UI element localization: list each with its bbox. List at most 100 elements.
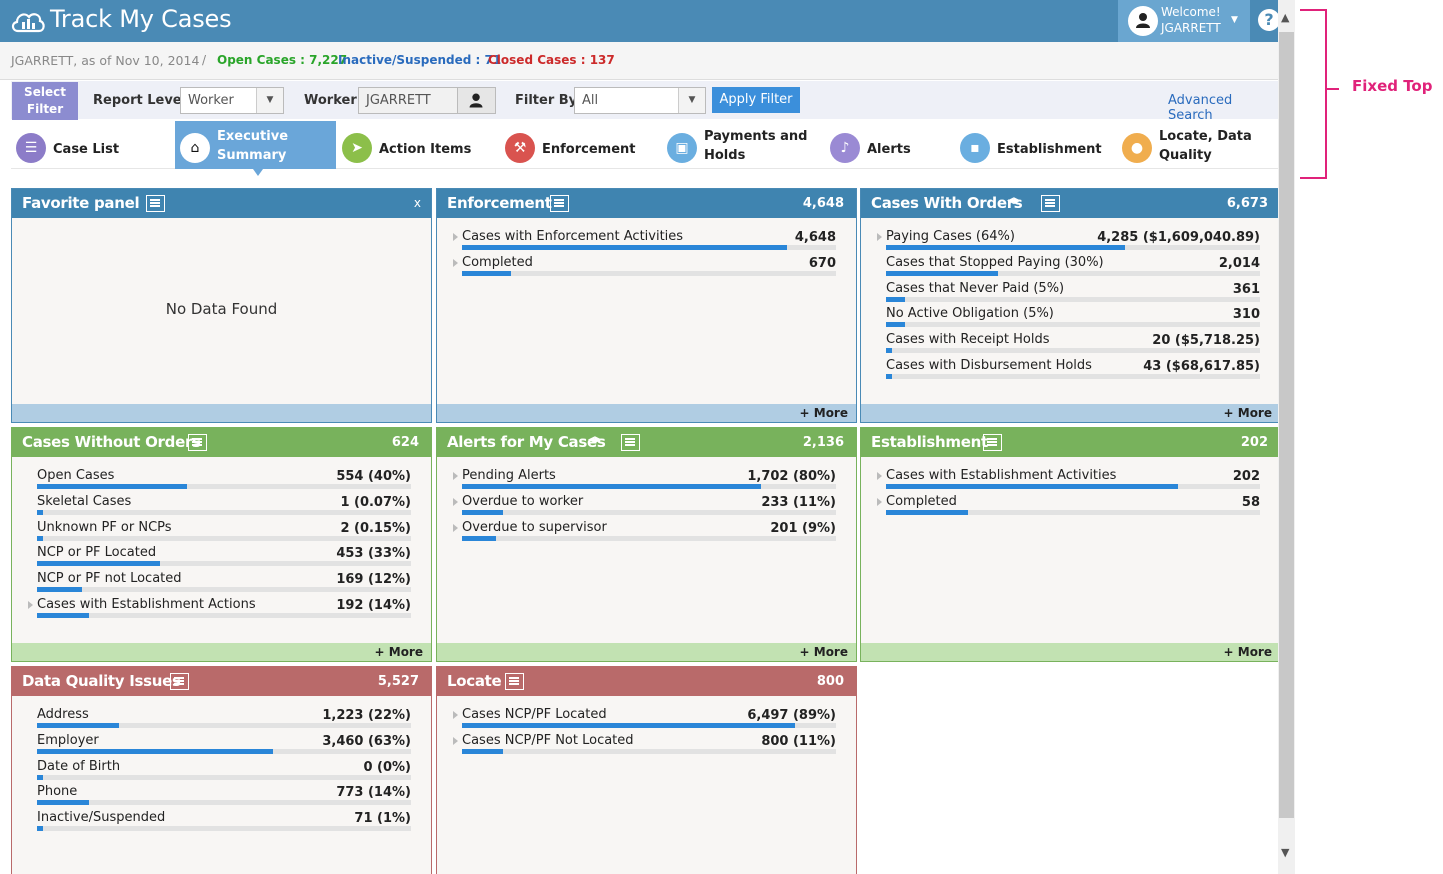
metric-value: 1 (0.07%) bbox=[340, 494, 411, 510]
expand-arrow-icon[interactable] bbox=[877, 472, 882, 480]
expand-arrow-icon[interactable] bbox=[453, 472, 458, 480]
more-link[interactable]: + More bbox=[1224, 645, 1272, 659]
metric-row[interactable]: No Active Obligation (5%) 310 bbox=[886, 306, 1260, 332]
more-link[interactable]: + More bbox=[375, 645, 423, 659]
tab-enforcement[interactable]: ⚒ Enforcement bbox=[500, 121, 660, 169]
metric-row[interactable]: Employer 3,460 (63%) bbox=[37, 733, 411, 759]
panel-body: Cases with Enforcement Activities 4,648 Co… bbox=[437, 218, 856, 404]
metric-row[interactable]: Address 1,223 (22%) bbox=[37, 707, 411, 733]
report-icon[interactable] bbox=[1041, 195, 1060, 212]
close-button[interactable]: x bbox=[414, 196, 421, 210]
metric-row[interactable]: Cases with Establishment Activities 202 bbox=[877, 468, 1260, 494]
metric-row[interactable]: Phone 773 (14%) bbox=[37, 784, 411, 810]
metric-label: Unknown PF or NCPs bbox=[37, 519, 172, 535]
report-icon[interactable] bbox=[983, 434, 1002, 451]
metric-row[interactable]: Date of Birth 0 (0%) bbox=[37, 759, 411, 785]
metric-label: No Active Obligation (5%) bbox=[886, 306, 1054, 322]
progress-track bbox=[462, 245, 836, 250]
worker-field[interactable]: JGARRETT bbox=[358, 87, 458, 114]
metric-row[interactable]: Unknown PF or NCPs 2 (0.15%) bbox=[37, 520, 411, 546]
worker-picker-button[interactable] bbox=[457, 87, 496, 114]
metric-row[interactable]: Overdue to worker 233 (11%) bbox=[453, 494, 836, 520]
swap-arrows-icon[interactable]: ◀▶ bbox=[1007, 196, 1021, 206]
closed-cases-link[interactable]: Closed Cases : 137 bbox=[488, 53, 615, 67]
panel-count: 5,527 bbox=[377, 674, 419, 689]
report-icon[interactable] bbox=[621, 434, 640, 451]
swap-arrows-icon[interactable]: ◀▶ bbox=[588, 435, 602, 445]
progress-track bbox=[886, 245, 1260, 250]
gavel-icon: ⚒ bbox=[505, 133, 535, 163]
filter-by-select[interactable]: All ▼ bbox=[574, 87, 706, 114]
app-title: Track My Cases bbox=[50, 5, 232, 33]
help-button[interactable]: ? bbox=[1258, 9, 1278, 31]
report-icon[interactable] bbox=[146, 195, 165, 212]
metric-row[interactable]: Cases NCP/PF Located 6,497 (89%) bbox=[453, 707, 836, 733]
metric-row[interactable]: Cases with Disbursement Holds 43 ($68,617… bbox=[886, 358, 1260, 384]
open-cases-link[interactable]: Open Cases : 7,227 bbox=[217, 53, 347, 67]
metric-row[interactable]: Cases with Establishment Actions 192 (14%… bbox=[28, 597, 411, 623]
inactive-link[interactable]: Inactive/Suspended : 71 bbox=[338, 53, 501, 67]
report-level-select[interactable]: Worker ▼ bbox=[180, 87, 284, 114]
progress-fill bbox=[37, 826, 43, 832]
more-link[interactable]: + More bbox=[1224, 406, 1272, 420]
apply-filter-button[interactable]: Apply Filter bbox=[712, 87, 800, 113]
metric-row[interactable]: Cases NCP/PF Not Located 800 (11%) bbox=[453, 733, 836, 759]
tab-executive-summary[interactable]: ⌂ Executive Summary bbox=[175, 121, 336, 176]
expand-arrow-icon[interactable] bbox=[877, 497, 882, 506]
expand-arrow-icon[interactable] bbox=[453, 736, 458, 745]
metric-row[interactable]: Cases with Receipt Holds 20 ($5,718.25) bbox=[886, 332, 1260, 358]
chevron-down-icon[interactable]: ▼ bbox=[1281, 846, 1289, 859]
metric-label: Employer bbox=[37, 732, 99, 748]
metric-row[interactable]: Cases that Stopped Paying (30%) 2,014 bbox=[886, 255, 1260, 281]
metric-row[interactable]: Completed 670 bbox=[453, 254, 836, 281]
metric-row[interactable]: Completed 58 bbox=[877, 494, 1260, 520]
metric-label: Address bbox=[37, 707, 89, 722]
metric-row[interactable]: Open Cases 554 (40%) bbox=[37, 468, 411, 494]
more-link[interactable]: + More bbox=[800, 645, 848, 659]
metric-row[interactable]: Pending Alerts 1,702 (80%) bbox=[453, 468, 836, 494]
tab-case-list[interactable]: ☰ Case List bbox=[11, 121, 171, 169]
metric-row[interactable]: Paying Cases (64%) 4,285 ($1,609,040.89) bbox=[877, 229, 1260, 255]
metric-row[interactable]: Overdue to supervisor 201 (9%) bbox=[453, 520, 836, 546]
expand-arrow-icon[interactable] bbox=[453, 233, 458, 241]
worker-value: JGARRETT bbox=[366, 93, 431, 108]
more-link[interactable]: + More bbox=[800, 406, 848, 420]
report-icon[interactable] bbox=[505, 673, 524, 690]
tab-locate-data-quality[interactable]: ● Locate, Data Quality bbox=[1117, 121, 1277, 169]
expand-arrow-icon[interactable] bbox=[453, 497, 458, 506]
user-menu[interactable]: Welcome! JGARRETT ▼ bbox=[1118, 0, 1250, 42]
page-scrollbar[interactable]: ▲ ▼ bbox=[1278, 0, 1295, 874]
metric-row[interactable]: Inactive/Suspended 71 (1%) bbox=[37, 810, 411, 836]
tab-action-items[interactable]: ➤ Action Items bbox=[337, 121, 497, 169]
advanced-search-link[interactable]: Advanced Search bbox=[1168, 93, 1278, 123]
select-filter-button[interactable]: Select Filter bbox=[12, 82, 78, 120]
panel-title: Data Quality Issues bbox=[22, 672, 181, 690]
tab-establishment[interactable]: ▪ Establishment bbox=[955, 121, 1115, 169]
metric-label: Completed bbox=[462, 254, 533, 270]
report-icon[interactable] bbox=[170, 673, 189, 690]
report-icon[interactable] bbox=[188, 434, 207, 451]
progress-fill bbox=[462, 723, 795, 728]
expand-arrow-icon[interactable] bbox=[453, 523, 458, 532]
metric-row[interactable]: Cases that Never Paid (5%) 361 bbox=[886, 281, 1260, 307]
metric-row[interactable]: Skeletal Cases 1 (0.07%) bbox=[37, 494, 411, 520]
metric-value: 2 (0.15%) bbox=[340, 520, 411, 536]
report-icon[interactable] bbox=[550, 195, 569, 212]
chevron-up-icon[interactable]: ▲ bbox=[1281, 11, 1289, 24]
metric-label: Cases that Stopped Paying (30%) bbox=[886, 254, 1104, 270]
metric-row[interactable]: NCP or PF not Located 169 (12%) bbox=[37, 571, 411, 597]
expand-arrow-icon[interactable] bbox=[877, 233, 882, 241]
tab-alerts[interactable]: ♪ Alerts bbox=[825, 121, 955, 169]
tab-label: Executive Summary bbox=[217, 129, 289, 163]
metric-label: Pending Alerts bbox=[462, 468, 556, 483]
progress-fill bbox=[462, 748, 504, 754]
expand-arrow-icon[interactable] bbox=[453, 711, 458, 719]
metric-row[interactable]: NCP or PF Located 453 (33%) bbox=[37, 545, 411, 571]
metric-value: 453 (33%) bbox=[336, 546, 411, 562]
scroll-thumb[interactable] bbox=[1279, 32, 1294, 818]
metric-row[interactable]: Cases with Enforcement Activities 4,648 bbox=[453, 229, 836, 255]
expand-arrow-icon[interactable] bbox=[453, 258, 458, 267]
tab-payments-holds[interactable]: ▣ Payments and Holds bbox=[662, 121, 822, 169]
expand-arrow-icon[interactable] bbox=[28, 601, 33, 609]
metric-value: 4,648 bbox=[794, 230, 836, 245]
